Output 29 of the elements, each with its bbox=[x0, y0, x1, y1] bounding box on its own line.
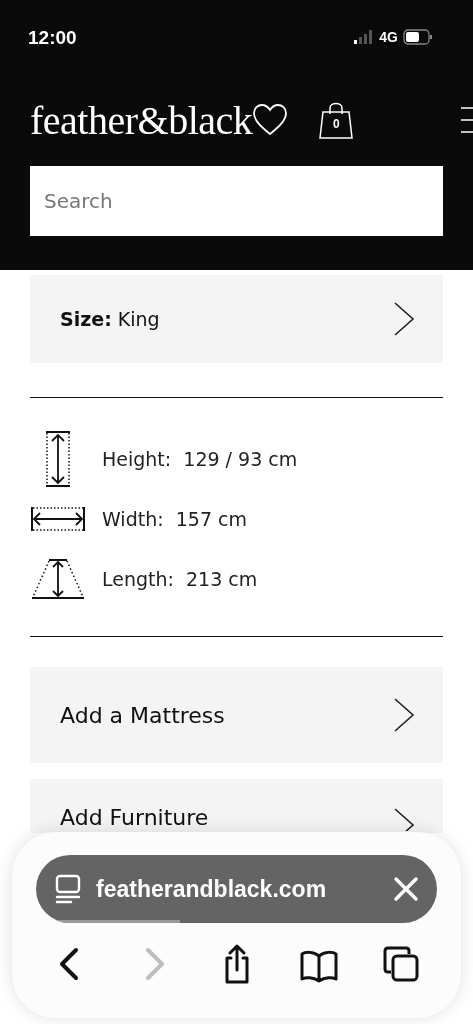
width-icon bbox=[30, 506, 86, 532]
option-row[interactable]: Add Furniture bbox=[30, 779, 443, 833]
brand-logo[interactable]: feather&black bbox=[30, 96, 253, 144]
menu-icon[interactable] bbox=[459, 105, 473, 135]
dimension-label: Width: 157 cm bbox=[102, 508, 247, 530]
chevron-icon bbox=[393, 807, 415, 831]
chevron-icon bbox=[393, 697, 415, 733]
heart-icon[interactable] bbox=[252, 103, 289, 137]
option-label: Add Furniture bbox=[60, 805, 209, 830]
network-label: 4G bbox=[379, 29, 398, 45]
chevron-icon bbox=[393, 301, 415, 337]
dimension-label: Height: 129 / 93 cm bbox=[102, 448, 298, 470]
signal-icon bbox=[354, 30, 375, 44]
length-icon bbox=[30, 558, 86, 600]
status-time: 12:00 bbox=[28, 27, 77, 49]
address-bar[interactable]: featherandblack.com bbox=[36, 855, 437, 923]
size-label: Size: King bbox=[60, 308, 160, 330]
size-selector[interactable]: Size: King bbox=[30, 275, 443, 363]
battery-icon bbox=[403, 29, 433, 45]
tabs-icon[interactable] bbox=[381, 944, 421, 984]
cart-count: 0 bbox=[331, 117, 341, 131]
page-icon bbox=[54, 874, 82, 904]
url-text: featherandblack.com bbox=[96, 875, 328, 903]
option-row[interactable]: Add a Mattress bbox=[30, 667, 443, 763]
bag-icon[interactable] bbox=[318, 100, 355, 140]
dimension-label: Length: 213 cm bbox=[102, 568, 258, 590]
option-label: Add a Mattress bbox=[60, 702, 225, 728]
search-field[interactable]: Search bbox=[30, 166, 443, 236]
close-icon[interactable] bbox=[393, 876, 419, 902]
